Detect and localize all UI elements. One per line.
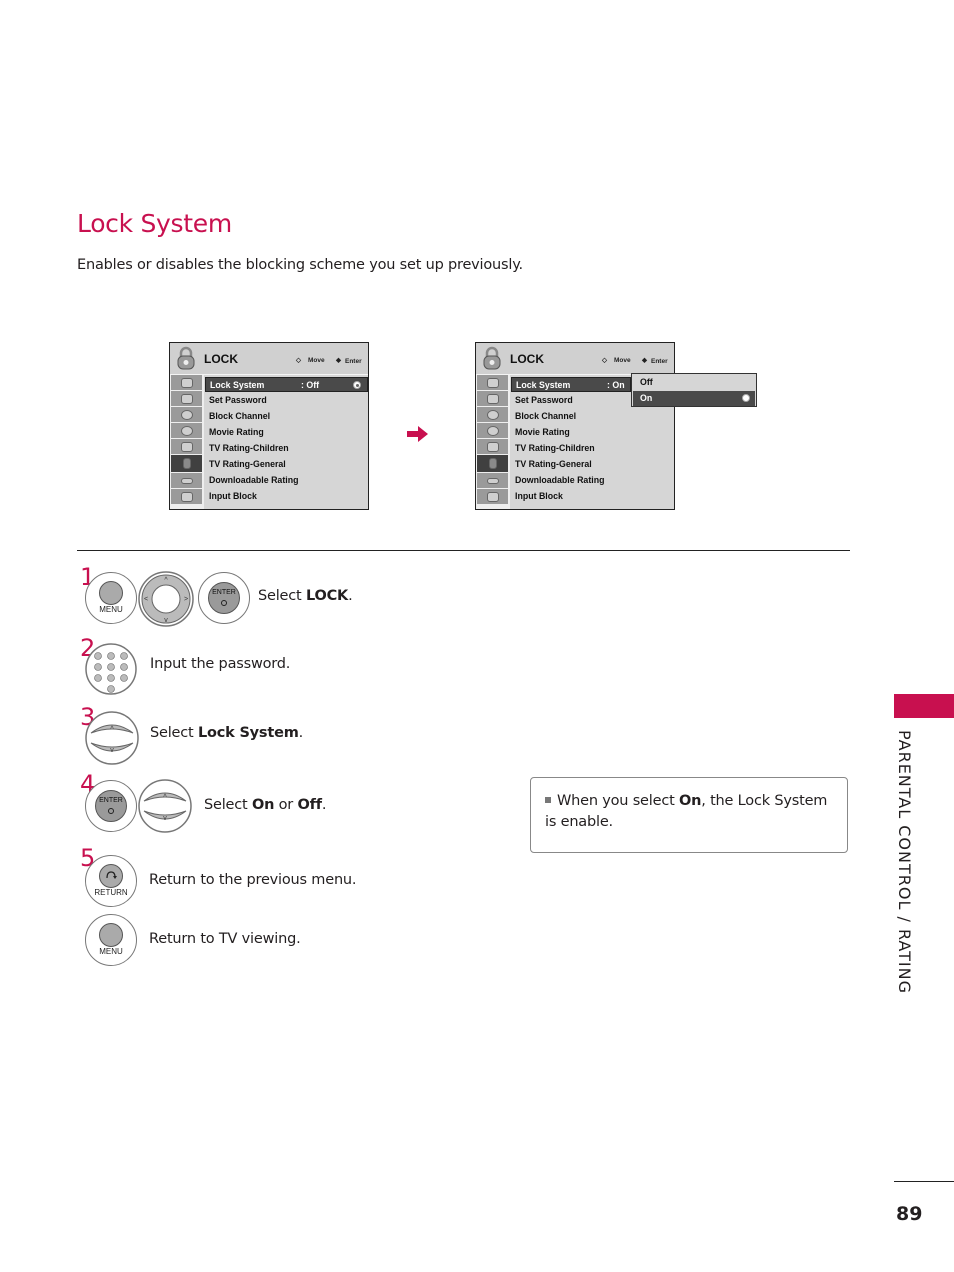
lock-icon: [483, 346, 501, 370]
arrow-right-icon: [407, 426, 428, 442]
note-box: When you select On, the Lock System is e…: [530, 777, 848, 853]
bullet-icon: [545, 797, 551, 803]
step-2-text: Input the password.: [150, 656, 291, 672]
osd-item-downloadable-rating[interactable]: Downloadable Rating: [511, 473, 674, 488]
osd-item-lock-system[interactable]: Lock System : On: [511, 377, 631, 392]
step-5-text: Return to the previous menu.: [149, 872, 357, 888]
section-tab-marker: [894, 694, 954, 718]
page-description: Enables or disables the blocking scheme …: [77, 257, 523, 273]
note-text: When you select On, the Lock System is e…: [545, 793, 828, 830]
lock-icon[interactable]: [477, 455, 508, 472]
option-icon[interactable]: [477, 439, 508, 454]
osd-item-movie-rating[interactable]: Movie Rating: [511, 425, 674, 440]
osd-item-tv-rating-general[interactable]: TV Rating-General: [511, 457, 674, 472]
enter-button[interactable]: ENTER: [85, 780, 137, 832]
osd-item-block-channel[interactable]: Block Channel: [205, 409, 368, 424]
enter-button[interactable]: ENTER: [198, 572, 250, 624]
move-icon: ◇: [296, 357, 301, 364]
osd-title: LOCK: [204, 352, 238, 366]
screen-icon[interactable]: [477, 391, 508, 406]
osd-sidebar: [170, 375, 204, 509]
enter-label: ENTER: [212, 589, 236, 596]
osd-item-lock-system[interactable]: Lock System : Off: [205, 377, 368, 392]
osd-item-tv-rating-children[interactable]: TV Rating-Children: [205, 441, 368, 456]
step-3-text: Select Lock System.: [150, 725, 304, 741]
osd-item-movie-rating[interactable]: Movie Rating: [205, 425, 368, 440]
selected-radio-icon: [353, 381, 361, 389]
osd-menu-after: LOCK ◇ Move ◆ Enter Lock System : On Set…: [475, 342, 675, 510]
return-button[interactable]: RETURN: [85, 855, 137, 907]
enter-hint: Enter: [345, 358, 362, 365]
audio-icon[interactable]: [477, 407, 508, 422]
up-down-button-icon[interactable]: ^ v: [138, 779, 192, 833]
svg-text:v: v: [164, 617, 168, 624]
item-label: Lock System: [516, 380, 571, 390]
move-hint: Move: [308, 357, 325, 364]
enter-label: ENTER: [99, 797, 123, 804]
step-6-text: Return to TV viewing.: [149, 931, 301, 947]
osd-header: LOCK ◇ Move ◆ Enter: [170, 343, 368, 375]
section-label: PARENTAL CONTROL / RATING: [890, 730, 920, 1000]
picture-icon[interactable]: [477, 375, 508, 390]
svg-text:v: v: [110, 747, 114, 754]
step-1-text: Select LOCK.: [258, 588, 353, 604]
nav-pad-icon[interactable]: ^ v < >: [138, 571, 194, 627]
svg-text:>: >: [184, 596, 188, 603]
popup-option-on[interactable]: On: [633, 391, 755, 406]
page-title: Lock System: [77, 209, 232, 238]
osd-item-input-block[interactable]: Input Block: [511, 489, 674, 504]
osd-sidebar: [476, 375, 510, 509]
osd-menu-before: LOCK ◇ Move ◆ Enter Lock System : Off Se…: [169, 342, 369, 510]
item-value: : Off: [301, 380, 320, 390]
number-keypad-icon[interactable]: [85, 643, 137, 695]
move-hint: Move: [614, 357, 631, 364]
time-icon[interactable]: [171, 423, 202, 438]
osd-item-set-password[interactable]: Set Password: [205, 393, 368, 408]
section-divider: [77, 550, 850, 551]
menu-label: MENU: [99, 947, 123, 956]
step-4-text: Select On or Off.: [204, 797, 327, 813]
enter-icon: ◆: [336, 357, 341, 364]
enter-hint: Enter: [651, 358, 668, 365]
item-label: Lock System: [210, 380, 265, 390]
time-icon[interactable]: [477, 423, 508, 438]
osd-item-input-block[interactable]: Input Block: [205, 489, 368, 504]
selected-radio-icon: [742, 394, 750, 402]
osd-item-tv-rating-general[interactable]: TV Rating-General: [205, 457, 368, 472]
lock-icon: [177, 346, 195, 370]
lock-system-popup: Off On: [631, 373, 757, 407]
return-label: RETURN: [94, 888, 128, 897]
move-icon: ◇: [602, 357, 607, 364]
usb-icon[interactable]: [477, 489, 508, 504]
menu-label: MENU: [99, 605, 123, 614]
input-icon[interactable]: [477, 473, 508, 488]
osd-item-tv-rating-children[interactable]: TV Rating-Children: [511, 441, 674, 456]
osd-item-block-channel[interactable]: Block Channel: [511, 409, 674, 424]
option-icon[interactable]: [171, 439, 202, 454]
usb-icon[interactable]: [171, 489, 202, 504]
svg-text:v: v: [163, 815, 167, 822]
footer-divider: [894, 1181, 954, 1182]
enter-icon: ◆: [642, 357, 647, 364]
osd-header: LOCK ◇ Move ◆ Enter: [476, 343, 674, 375]
menu-button[interactable]: MENU: [85, 914, 137, 966]
menu-button[interactable]: MENU: [85, 572, 137, 624]
picture-icon[interactable]: [171, 375, 202, 390]
return-icon: [106, 871, 117, 879]
input-icon[interactable]: [171, 473, 202, 488]
item-value: : On: [607, 380, 625, 390]
osd-title: LOCK: [510, 352, 544, 366]
page-number: 89: [896, 1203, 923, 1225]
lock-icon[interactable]: [171, 455, 202, 472]
svg-text:<: <: [144, 596, 148, 603]
screen-icon[interactable]: [171, 391, 202, 406]
option-label: On: [640, 393, 653, 403]
up-down-button-icon[interactable]: ^ v: [85, 711, 139, 765]
osd-item-downloadable-rating[interactable]: Downloadable Rating: [205, 473, 368, 488]
section-label-text: PARENTAL CONTROL / RATING: [895, 730, 914, 994]
popup-option-off[interactable]: Off: [633, 375, 755, 390]
audio-icon[interactable]: [171, 407, 202, 422]
